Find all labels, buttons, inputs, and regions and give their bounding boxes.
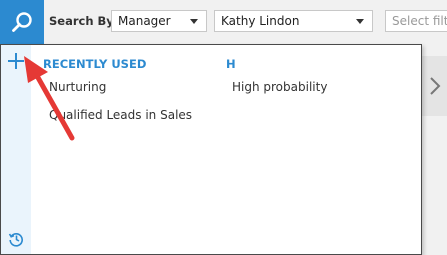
filter-placeholder: Select filte	[392, 14, 447, 28]
search-by-value: Manager	[118, 14, 171, 28]
filter-select[interactable]: Select filte	[385, 10, 447, 32]
list-item[interactable]: Qualified Leads in Sales	[49, 108, 192, 122]
search-toolbar: Search By Manager Kathy Lindon Select fi…	[0, 0, 447, 44]
chevron-right-icon	[429, 77, 440, 95]
person-select[interactable]: Kathy Lindon	[214, 10, 373, 32]
section-header-h: H	[226, 57, 236, 71]
plus-icon[interactable]	[6, 51, 26, 71]
chevron-down-icon	[356, 19, 364, 24]
person-value: Kathy Lindon	[221, 14, 300, 28]
list-item[interactable]: High probability	[232, 80, 327, 94]
history-icon[interactable]	[8, 231, 24, 247]
panel-rail	[1, 45, 31, 254]
list-item[interactable]: Nurturing	[49, 80, 106, 94]
next-button[interactable]	[422, 56, 447, 116]
search-by-select[interactable]: Manager	[111, 10, 207, 32]
search-button[interactable]	[0, 0, 44, 44]
search-icon	[12, 12, 32, 32]
view-selector-panel: RECENTLY USED Nurturing Qualified Leads …	[0, 44, 422, 255]
search-by-label: Search By	[49, 14, 114, 28]
section-header-recently-used: RECENTLY USED	[43, 57, 147, 71]
chevron-down-icon	[190, 19, 198, 24]
